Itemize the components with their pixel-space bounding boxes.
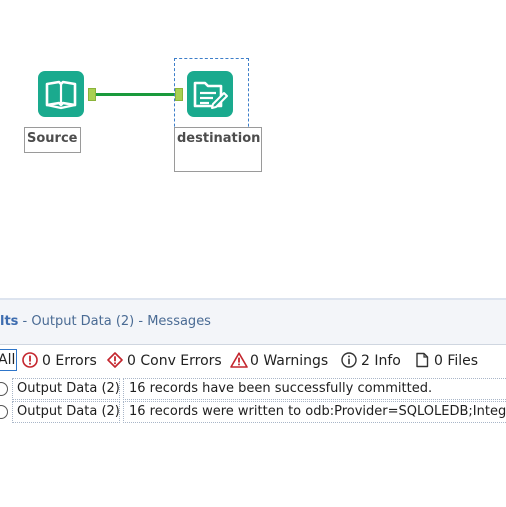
- message-row[interactable]: Output Data (2) 16 records were written …: [0, 401, 506, 424]
- book-icon: [38, 71, 84, 117]
- info-icon: [0, 382, 8, 396]
- filter-bar: All 0 Errors 0 Conv Errors: [0, 346, 506, 374]
- results-title: lts: [0, 314, 19, 329]
- filter-errors-button[interactable]: 0 Errors: [22, 350, 97, 372]
- results-breadcrumb: - Output Data (2) - Messages: [18, 314, 211, 329]
- filter-conv-errors-label: 0 Conv Errors: [127, 353, 222, 369]
- file-icon: [414, 352, 430, 368]
- tool-source[interactable]: [38, 71, 86, 119]
- message-text-cell: 16 records have been successfully commit…: [123, 378, 506, 400]
- info-icon: [341, 352, 357, 368]
- info-icon: [0, 405, 8, 419]
- tool-label-destination: destination: [174, 127, 262, 172]
- message-row[interactable]: Output Data (2) 16 records have been suc…: [0, 378, 506, 401]
- filter-info-label: 2 Info: [361, 353, 401, 369]
- filter-info-button[interactable]: 2 Info: [341, 350, 401, 372]
- message-text-cell: 16 records were written to odb:Provider=…: [123, 401, 506, 423]
- tool-destination[interactable]: [187, 71, 235, 119]
- filter-files-label: 0 Files: [434, 353, 479, 369]
- message-tool-cell: Output Data (2): [12, 401, 120, 423]
- tool-label-source: Source: [24, 127, 81, 153]
- source-output-anchor[interactable]: [88, 88, 96, 101]
- results-pane: lts - Output Data (2) - Messages All 0 E…: [0, 298, 506, 507]
- filter-conv-errors-button[interactable]: 0 Conv Errors: [107, 350, 222, 372]
- error-icon: [22, 352, 38, 368]
- connection-line[interactable]: [95, 93, 177, 96]
- filter-errors-label: 0 Errors: [42, 353, 97, 369]
- destination-input-anchor[interactable]: [175, 88, 183, 101]
- filter-warnings-button[interactable]: 0 Warnings: [230, 350, 328, 372]
- filter-all-button[interactable]: All: [0, 349, 17, 371]
- warning-icon: [230, 352, 248, 368]
- folder-edit-icon: [187, 71, 233, 117]
- conv-error-icon: [107, 352, 123, 368]
- filter-files-button[interactable]: 0 Files: [414, 350, 478, 372]
- results-header: lts - Output Data (2) - Messages: [0, 300, 506, 345]
- workflow-canvas[interactable]: Source destination: [0, 0, 506, 298]
- message-tool-cell: Output Data (2): [12, 378, 120, 400]
- filter-warnings-label: 0 Warnings: [250, 353, 329, 369]
- filter-all-label: All: [0, 352, 16, 368]
